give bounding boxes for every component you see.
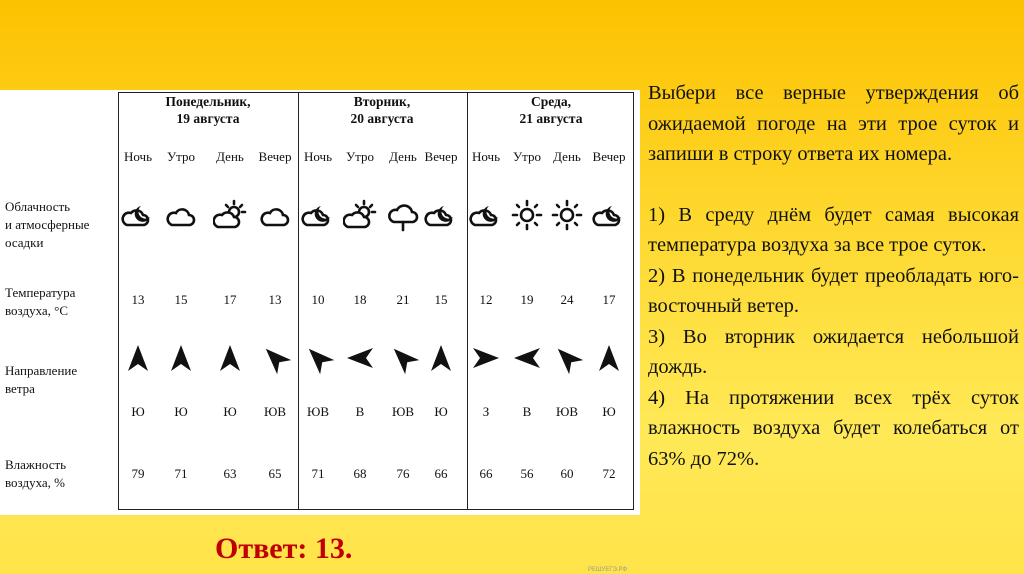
wind-arrow-icon — [345, 343, 375, 373]
period-label: Утро — [512, 149, 542, 164]
row-label-cloudiness: Облачность и атмосферные осадки — [5, 198, 89, 252]
period-label: Вечер — [258, 149, 292, 164]
cloud-icon — [258, 198, 292, 232]
moon-cloud-icon — [301, 198, 335, 232]
temperature-value: 15 — [174, 292, 188, 307]
humidity-value: 65 — [268, 466, 282, 481]
wind-direction: В — [522, 404, 532, 419]
period-label: Ночь — [123, 149, 153, 164]
label-line: Температура — [5, 285, 76, 300]
wind-arrow-icon — [512, 343, 542, 373]
wind-direction: Ю — [602, 404, 616, 419]
row-label-humidity: Влажность воздуха, % — [5, 456, 66, 492]
wind-direction: Ю — [131, 404, 145, 419]
wind-direction: Ю — [223, 404, 237, 419]
humidity-value: 56 — [520, 466, 534, 481]
moon-cloud-icon — [469, 198, 503, 232]
temperature-value: 12 — [479, 292, 493, 307]
day-header: Понедельник, 19 августа — [123, 93, 293, 127]
humidity-value: 72 — [602, 466, 616, 481]
sun-icon — [510, 198, 544, 232]
label-line: ветра — [5, 381, 35, 396]
moon-cloud-icon — [424, 198, 458, 232]
humidity-value: 66 — [434, 466, 448, 481]
wind-arrow-icon — [303, 343, 335, 375]
wind-arrow-icon — [426, 343, 456, 373]
question-text: Выбери все верные утверждения об ожидаем… — [648, 78, 1019, 474]
wind-direction: З — [482, 404, 490, 419]
option-2: 2) В понедельник будет преобладать юго-в… — [648, 264, 1019, 318]
wind-arrow-icon — [388, 343, 420, 375]
day-header: Среда, 21 августа — [466, 93, 636, 127]
wind-direction: В — [355, 404, 365, 419]
wind-arrow-icon — [215, 343, 245, 373]
period-label: Утро — [345, 149, 375, 164]
period-label: День — [216, 149, 244, 164]
day-date: 20 августа — [350, 111, 414, 126]
temperature-value: 15 — [434, 292, 448, 307]
period-label: Ночь — [303, 149, 333, 164]
period-label: Вечер — [424, 149, 458, 164]
sun-icon — [550, 198, 584, 232]
weather-table: Облачность и атмосферные осадки Температ… — [0, 90, 640, 573]
sun-cloud-icon — [342, 198, 377, 232]
humidity-value: 63 — [223, 466, 237, 481]
rain-cloud-icon — [386, 198, 420, 232]
day-name: Среда, — [530, 94, 572, 109]
temperature-value: 13 — [268, 292, 282, 307]
label-line: Направление — [5, 363, 78, 378]
temperature-value: 17 — [602, 292, 616, 307]
wind-arrow-icon — [552, 343, 584, 375]
moon-cloud-icon — [592, 198, 626, 232]
temperature-value: 24 — [560, 292, 574, 307]
wind-direction: ЮВ — [263, 404, 287, 419]
label-line: и атмосферные — [5, 217, 90, 232]
period-label: Ночь — [471, 149, 501, 164]
day-name: Понедельник, — [165, 94, 251, 109]
period-label: День — [553, 149, 581, 164]
moon-cloud-icon — [121, 198, 155, 232]
label-line: воздуха, % — [5, 475, 65, 490]
wind-direction: Ю — [434, 404, 448, 419]
wind-arrow-icon — [594, 343, 624, 373]
row-label-wind: Направление ветра — [5, 362, 77, 398]
day-header: Вторник, 20 августа — [297, 93, 467, 127]
answer: Ответ: 13. — [215, 532, 353, 565]
period-label: Утро — [166, 149, 196, 164]
day-date: 21 августа — [519, 111, 583, 126]
wind-arrow-icon — [471, 343, 501, 373]
label-line: Влажность — [5, 457, 67, 472]
period-label: Вечер — [592, 149, 626, 164]
humidity-value: 60 — [560, 466, 574, 481]
label-line: осадки — [5, 235, 44, 250]
question-intro: Выбери все верные утверждения об ожидаем… — [648, 82, 1019, 165]
wind-arrow-icon — [166, 343, 196, 373]
humidity-value: 68 — [353, 466, 367, 481]
temperature-value: 18 — [353, 292, 367, 307]
temperature-value: 17 — [223, 292, 237, 307]
wind-arrow-icon — [123, 343, 153, 373]
watermark: РЕШУЕГЭ.РФ — [588, 567, 628, 573]
temperature-value: 13 — [131, 292, 145, 307]
option-3: 3) Во вторник ожидается небольшой дождь. — [648, 325, 1019, 379]
wind-arrow-icon — [260, 343, 292, 375]
cloud-icon — [164, 198, 198, 232]
humidity-value: 71 — [311, 466, 325, 481]
humidity-value: 66 — [479, 466, 493, 481]
row-label-temperature: Температура воздуха, °C — [5, 284, 75, 320]
day-name: Вторник, — [353, 94, 411, 109]
wind-direction: ЮВ — [306, 404, 330, 419]
sun-cloud-icon — [212, 198, 247, 232]
label-line: воздуха, °C — [5, 303, 69, 318]
wind-direction: Ю — [174, 404, 188, 419]
option-1: 1) В среду днём будет самая высокая темп… — [648, 203, 1019, 257]
option-4: 4) На протяжении всех трёх суток влажнос… — [648, 386, 1019, 470]
temperature-value: 19 — [520, 292, 534, 307]
label-line: Облачность — [5, 199, 71, 214]
temperature-value: 10 — [311, 292, 325, 307]
humidity-value: 71 — [174, 466, 188, 481]
day-date: 19 августа — [176, 111, 240, 126]
wind-direction: ЮВ — [555, 404, 579, 419]
humidity-value: 79 — [131, 466, 145, 481]
